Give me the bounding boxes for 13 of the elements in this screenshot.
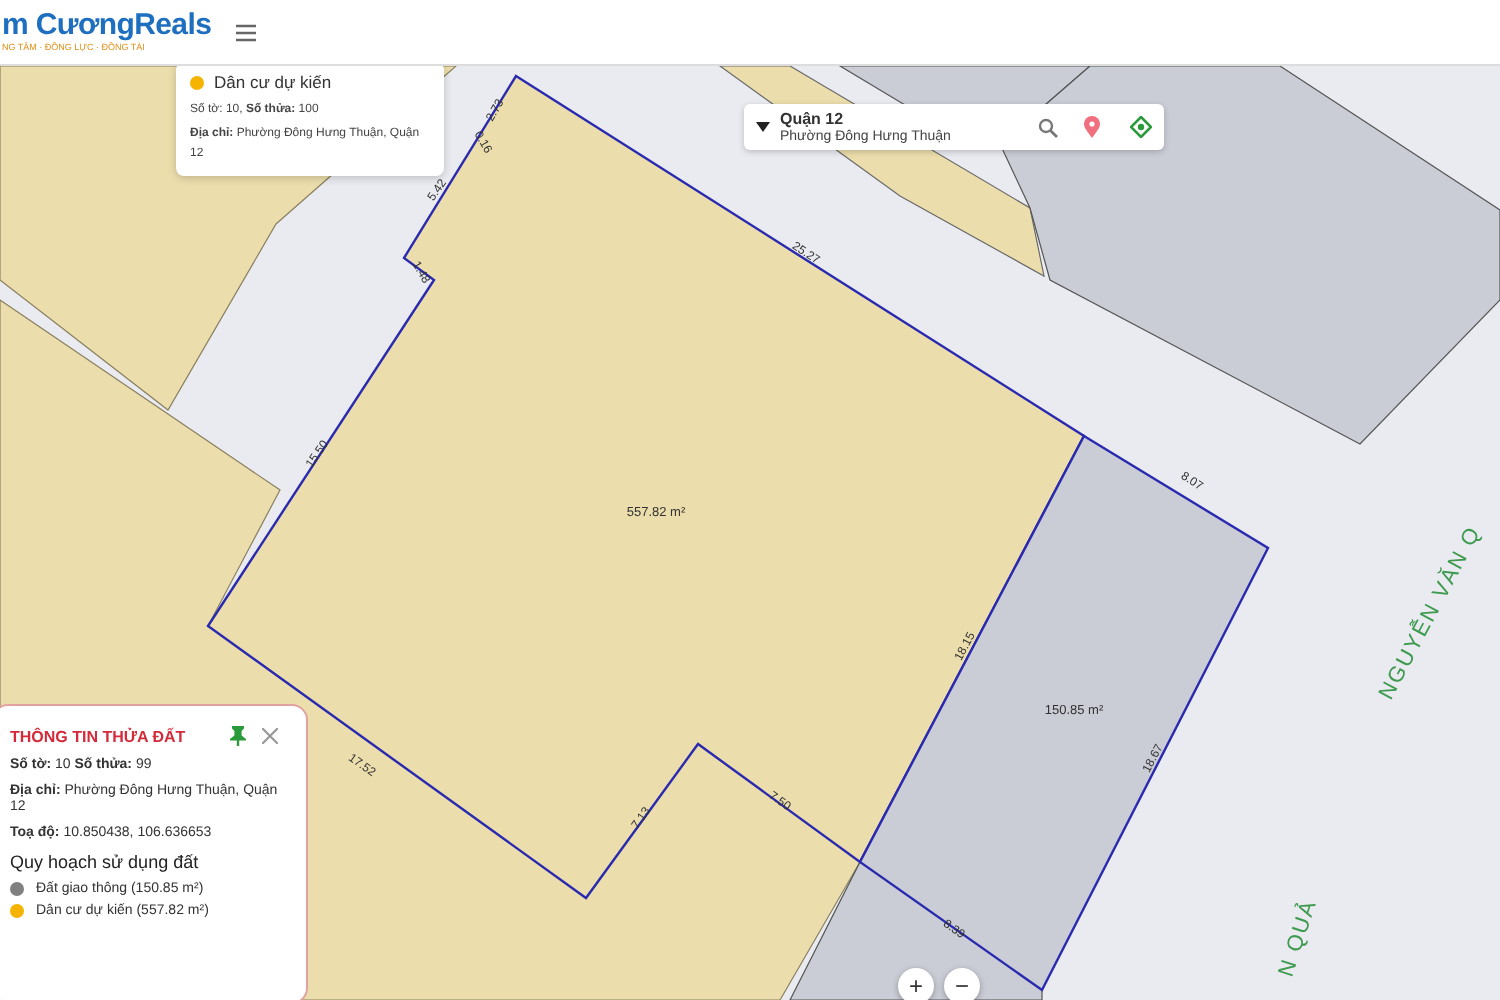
popup-title: Dân cư dự kiến: [214, 72, 332, 92]
road-name-label: N QUẢ: [1274, 896, 1322, 980]
close-icon[interactable]: [262, 728, 278, 744]
logo-text[interactable]: m CươngReals: [2, 10, 212, 42]
menu-icon[interactable]: [235, 23, 256, 41]
section-heading: Quy hoạch sử dụng đất: [10, 852, 201, 872]
dropdown-caret-icon[interactable]: [756, 122, 770, 132]
district-name: Quận 12: [780, 109, 846, 127]
panel-title: THÔNG TIN THỬA ĐẤT: [10, 727, 188, 745]
locate-icon[interactable]: [1130, 116, 1152, 138]
search-icon[interactable]: [1038, 117, 1058, 137]
map-pin-icon[interactable]: [1084, 116, 1100, 138]
pin-icon[interactable]: [230, 726, 246, 746]
